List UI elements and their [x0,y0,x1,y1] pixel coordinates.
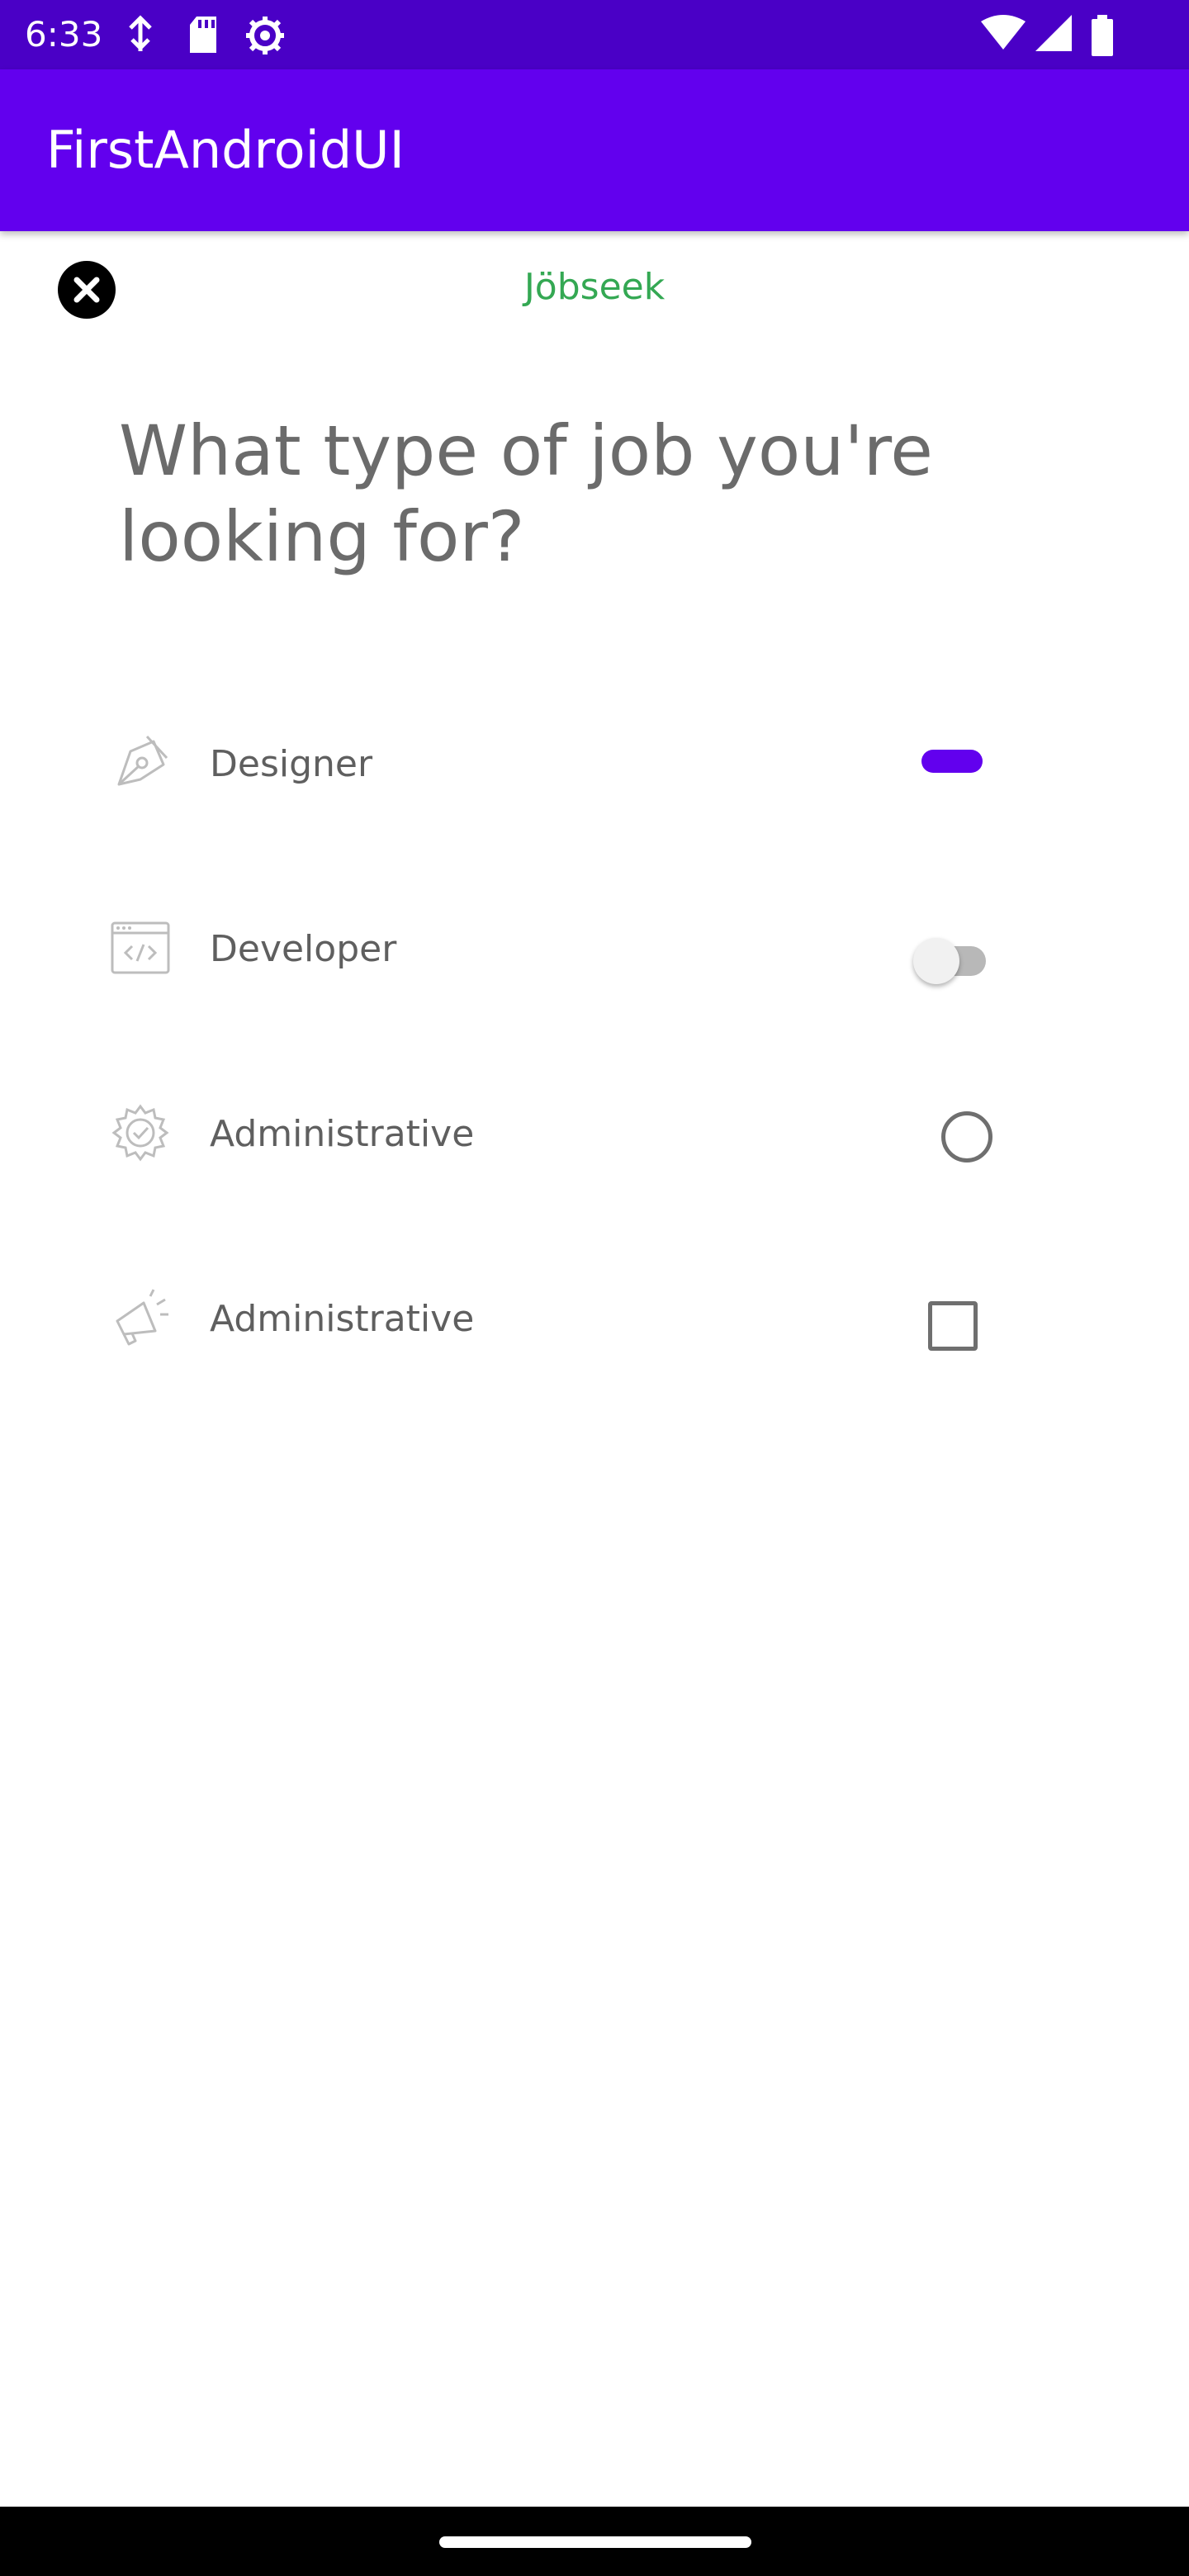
pen-tool-icon [117,735,168,786]
brand-title: Jöbseek [523,266,666,308]
job-option-administrative[interactable]: Administrative [0,1085,1189,1184]
gear-check-icon [111,1104,169,1162]
developer-switch-thumb[interactable] [913,938,959,984]
job-label-developer: Developer [210,928,397,970]
page-question: What type of job you're looking for? [119,410,933,577]
app-title: FirstAndroidUI [46,120,405,180]
status-bar: 6:33 [0,0,1189,69]
job-option-designer[interactable]: Designer [0,715,1189,814]
app-bar: FirstAndroidUI [0,69,1189,231]
code-window-icon [111,921,170,974]
job-label-administrative-2: Administrative [210,1298,475,1340]
administrative-checkbox[interactable] [928,1301,978,1351]
megaphone-icon [116,1289,168,1346]
data-saver-icon [129,15,152,51]
designer-switch[interactable] [921,750,983,773]
job-option-administrative-2[interactable]: Administrative [0,1270,1189,1369]
home-gesture-handle[interactable] [439,2536,751,2548]
settings-gear-icon [246,17,284,54]
job-label-administrative: Administrative [210,1113,475,1155]
job-option-developer[interactable]: Developer [0,900,1189,999]
signal-icon [1035,15,1072,51]
status-time: 6:33 [25,14,103,54]
navigation-bar [0,2507,1189,2576]
battery-icon [1092,15,1113,56]
administrative-radio[interactable] [941,1111,992,1163]
sd-card-icon [190,17,216,53]
wifi-icon [981,15,1026,50]
job-label-designer: Designer [210,743,373,785]
